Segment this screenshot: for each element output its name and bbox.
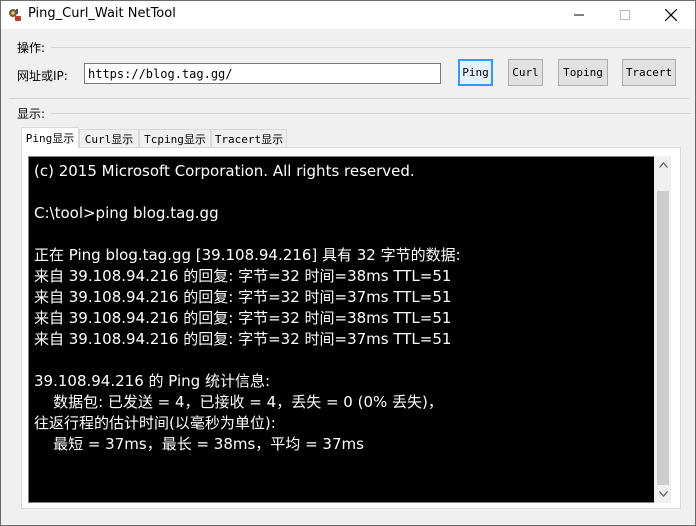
app-icon <box>7 7 23 23</box>
scroll-thumb[interactable] <box>657 191 669 485</box>
display-label: 显示: <box>17 107 46 121</box>
app-window: Ping_Curl_Wait NetTool 操作: 网址或IP: Ping C… <box>0 0 696 526</box>
curl-button[interactable]: Curl <box>508 59 543 86</box>
operations-group-bottom <box>9 98 689 99</box>
url-input[interactable] <box>84 63 441 84</box>
scroll-up-button[interactable] <box>655 156 672 173</box>
chevron-up-icon <box>659 161 668 168</box>
tab-tracert[interactable]: Tracert显示 <box>211 129 287 147</box>
title-bar[interactable]: Ping_Curl_Wait NetTool <box>1 1 695 29</box>
close-button[interactable] <box>648 1 694 29</box>
minimize-icon <box>574 14 584 16</box>
display-group-line <box>51 113 691 114</box>
ping-button[interactable]: Ping <box>458 59 493 86</box>
operations-label: 操作: <box>17 41 46 55</box>
tab-ping[interactable]: Ping显示 <box>21 127 79 148</box>
operations-group-line <box>51 47 691 48</box>
scroll-down-button[interactable] <box>655 485 672 502</box>
console-text: (c) 2015 Microsoft Corporation. All righ… <box>34 162 461 453</box>
vertical-scrollbar[interactable] <box>654 156 671 503</box>
maximize-button[interactable] <box>602 1 648 29</box>
tab-tcping[interactable]: Tcping显示 <box>139 129 211 147</box>
window-title: Ping_Curl_Wait NetTool <box>28 6 176 21</box>
maximize-icon <box>620 10 630 20</box>
tracert-button[interactable]: Tracert <box>622 59 676 86</box>
toping-button[interactable]: Toping <box>558 59 608 86</box>
console-output[interactable]: (c) 2015 Microsoft Corporation. All righ… <box>28 156 671 503</box>
tab-curl[interactable]: Curl显示 <box>79 129 139 147</box>
minimize-button[interactable] <box>556 1 602 29</box>
url-label: 网址或IP: <box>17 69 68 83</box>
chevron-down-icon <box>659 490 668 497</box>
close-icon <box>665 9 677 21</box>
